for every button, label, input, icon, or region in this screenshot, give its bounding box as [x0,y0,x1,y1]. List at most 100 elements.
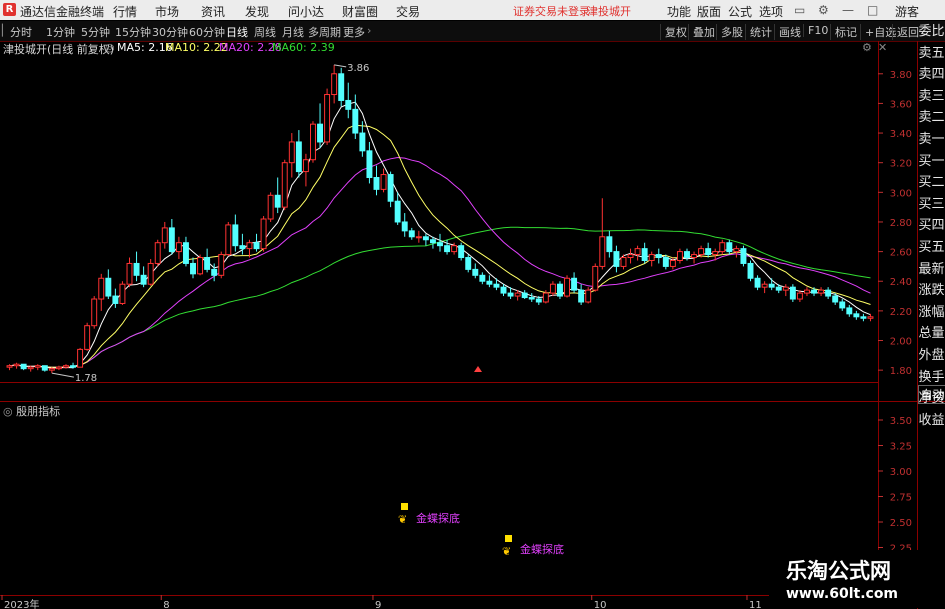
period-multi[interactable]: 多周期 [308,24,341,40]
period-intraday[interactable]: 分时 [10,24,32,40]
sub-y-tick-label: 3.25 [890,442,912,453]
sub-chart-toggle-icon[interactable]: ◎ [3,405,13,418]
candle-body [796,292,803,300]
settings-icon[interactable]: ⚙ [818,3,829,17]
menu-layout[interactable]: 版面 [697,3,721,20]
menu-wealth[interactable]: 财富圈 [342,3,378,20]
back-button[interactable]: 返回 [892,24,919,40]
panel-item-buy2[interactable]: 买二 [918,172,945,194]
menu-ask[interactable]: 问小达 [288,3,324,20]
candle-body [48,368,55,371]
menu-market[interactable]: 市场 [155,3,179,20]
adjust-button[interactable]: 复权 [660,24,687,40]
draw-line-button[interactable]: 画线 [774,24,801,40]
guest-user[interactable]: 游客 [895,3,919,20]
panel-item-sell1[interactable]: 卖一 [918,129,945,151]
menu-function[interactable]: 功能 [667,3,691,20]
candle-body [34,365,41,368]
window-min-icon[interactable]: — [842,3,854,17]
current-stock: 津投城开 [587,5,631,18]
panel-item-buy4[interactable]: 买四 [918,215,945,237]
period-toolbar: ▏ 分时 1分钟 5分钟 15分钟 30分钟 60分钟 日线 周线 月线 多周期… [0,21,945,42]
panel-item-buy5[interactable]: 买五 [918,237,945,259]
menu-discover[interactable]: 发现 [245,3,269,20]
y-tick-label: 3.20 [890,159,912,170]
mark-button[interactable]: 标记 [830,24,857,40]
panel-item-sell2[interactable]: 卖二 [918,107,945,129]
panel-item-weibi[interactable]: 委比 [918,21,945,43]
candle-body [655,254,662,259]
candle-body [500,286,507,294]
panel-item-buy3[interactable]: 买三 [918,194,945,216]
panel-item-latest[interactable]: 最新 [918,259,945,281]
panel-item-sell3[interactable]: 卖三 [918,86,945,108]
minimize-icon[interactable]: ▭ [794,3,805,17]
panel-item-change-pct[interactable]: 涨幅 [918,302,945,324]
candle-body [218,254,225,276]
y-tick-label: 2.40 [890,277,912,288]
candle-body [726,242,733,253]
add-watchlist-button[interactable]: +自选 [860,24,896,40]
candle-body [401,221,408,232]
candle-body [408,230,415,238]
y-tick-label: 3.80 [890,70,912,81]
period-15min[interactable]: 15分钟 [115,24,151,40]
candle-body [70,365,77,368]
candle-body [556,283,563,297]
period-30min[interactable]: 30分钟 [152,24,188,40]
x-tick-label: 8 [163,600,169,609]
candle-body [740,248,747,264]
candle-body [190,262,196,275]
candle-body [542,292,549,303]
panel-item-sell5[interactable]: 卖五 [918,43,945,65]
period-60min[interactable]: 60分钟 [189,24,225,40]
candle-body [232,224,239,247]
candle-body [225,224,232,256]
panel-item-change[interactable]: 涨跌 [918,280,945,302]
overlay-button[interactable]: 叠加 [688,24,715,40]
candle-body [197,257,204,275]
menu-trade[interactable]: 交易 [396,3,420,20]
candle-body [112,295,119,304]
panel-item-earnings[interactable]: 收益 [918,410,945,432]
statistics-button[interactable]: 统计 [745,24,772,40]
multi-stock-button[interactable]: 多股 [716,24,743,40]
candle-body [684,251,690,259]
period-monthly[interactable]: 月线 [282,24,304,40]
menu-formula[interactable]: 公式 [728,3,752,20]
kline-chart[interactable]: 3.86 1.78 3.80 3.60 3.40 3.20 3.00 2.80 2.60 2.4… [0,41,945,609]
menu-options[interactable]: 选项 [759,3,783,20]
panel-item-outer[interactable]: 外盘 [918,345,945,367]
period-more[interactable]: 更多 [343,24,365,40]
candle-body [429,239,436,244]
quote-side-panel: 委比 卖五 卖四 卖三 卖二 卖一 买一 买二 买三 买四 买五 最新 涨跌 涨… [918,21,945,428]
sub-y-tick-label: 3.50 [890,416,912,427]
candle-body [105,277,112,297]
auto-button[interactable]: 自动 [918,385,945,404]
candle-body [839,301,846,309]
more-chevron-icon[interactable]: › [367,24,371,37]
candle-body [394,200,401,223]
login-notice[interactable]: 证券交易未登录 [513,3,590,19]
f10-button[interactable]: F10 [803,24,828,37]
legend-close-icon[interactable]: ✕ [878,41,887,54]
period-daily[interactable]: 日线 [226,24,248,40]
y-tick-label: 3.40 [890,129,912,140]
legend-settings-gear-icon[interactable]: ⚙ [862,41,872,54]
candle-body [444,245,451,253]
window-max-icon[interactable]: □ [867,3,878,17]
panel-item-volume[interactable]: 总量 [918,323,945,345]
period-5min[interactable]: 5分钟 [81,24,110,40]
menu-quotes[interactable]: 行情 [113,3,137,20]
candle-body [295,141,302,173]
panel-item-sell4[interactable]: 卖四 [918,64,945,86]
candle-body [606,236,613,253]
candle-body [549,283,556,294]
panel-item-buy1[interactable]: 买一 [918,151,945,173]
candle-body [253,242,260,250]
legend-settings-icon[interactable]: ◎ [105,41,115,54]
period-1min[interactable]: 1分钟 [46,24,75,40]
candle-body [634,248,641,256]
menu-news[interactable]: 资讯 [201,3,225,20]
period-weekly[interactable]: 周线 [254,24,276,40]
